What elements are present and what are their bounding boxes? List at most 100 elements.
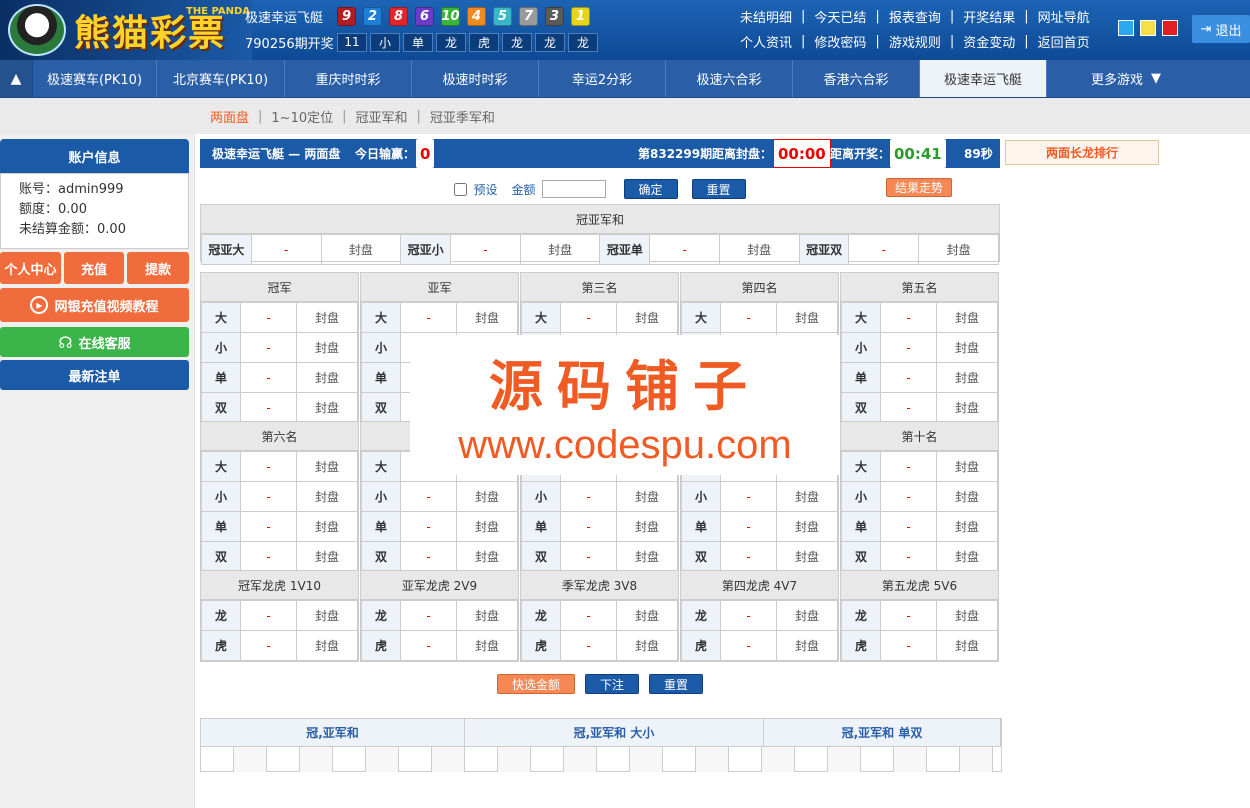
odds-cell[interactable]: - <box>560 481 617 512</box>
odds-cell[interactable]: - <box>720 302 777 333</box>
odds-cell[interactable]: - <box>250 234 322 265</box>
odds-cell[interactable]: - <box>880 451 937 482</box>
odds-cell[interactable]: - <box>400 541 457 572</box>
odds-cell[interactable]: - <box>400 481 457 512</box>
top-link[interactable]: 个人资讯 <box>740 32 792 51</box>
odds-cell[interactable]: - <box>880 541 937 572</box>
result-trend-button[interactable]: 结果走势 <box>886 178 953 197</box>
odds-cell[interactable]: - <box>400 302 457 333</box>
status-cell[interactable]: 封盘 <box>616 600 678 631</box>
theme-swatch[interactable] <box>1140 20 1156 36</box>
quick-amount-button[interactable]: 快选金额 <box>496 674 575 694</box>
odds-cell[interactable]: - <box>848 234 920 265</box>
nav-tab[interactable]: 幸运2分彩 <box>539 60 666 97</box>
status-cell[interactable]: 封盘 <box>456 541 518 572</box>
odds-cell[interactable]: - <box>649 234 720 265</box>
status-cell[interactable]: 封盘 <box>296 362 358 393</box>
nav-tab[interactable]: 极速幸运飞艇 <box>920 60 1047 97</box>
status-cell[interactable]: 封盘 <box>296 392 358 423</box>
odds-cell[interactable]: - <box>720 600 777 631</box>
logout-button[interactable]: ⇥ 退出 <box>1192 15 1250 43</box>
status-cell[interactable]: 封盘 <box>616 630 678 661</box>
status-cell[interactable]: 封盘 <box>296 600 358 631</box>
odds-cell[interactable]: - <box>880 302 937 333</box>
bet-reset-button[interactable]: 重置 <box>649 674 704 694</box>
withdraw-button[interactable]: 提款 <box>127 252 189 284</box>
status-cell[interactable]: 封盘 <box>616 541 678 572</box>
preset-checkbox[interactable] <box>454 182 468 196</box>
status-cell[interactable]: 封盘 <box>320 234 402 265</box>
top-link[interactable]: 修改密码 <box>814 32 866 51</box>
status-cell[interactable]: 封盘 <box>718 234 800 265</box>
status-cell[interactable]: 封盘 <box>776 302 838 333</box>
more-games-dropdown[interactable]: 更多游戏 ▼ <box>1047 60 1205 97</box>
confirm-button[interactable]: 确定 <box>623 179 678 199</box>
theme-swatch[interactable] <box>1162 20 1178 36</box>
top-link[interactable]: 返回首页 <box>1038 32 1090 51</box>
odds-cell[interactable]: - <box>880 630 937 661</box>
odds-cell[interactable]: - <box>880 332 937 363</box>
reset-button[interactable]: 重置 <box>691 179 746 199</box>
nav-tab[interactable]: 极速时时彩 <box>412 60 539 97</box>
odds-cell[interactable]: - <box>560 600 617 631</box>
odds-cell[interactable]: - <box>240 481 297 512</box>
status-cell[interactable]: 封盘 <box>296 511 358 542</box>
subnav-item[interactable]: 冠亚军和 <box>356 107 408 126</box>
status-cell[interactable]: 封盘 <box>296 332 358 363</box>
status-cell[interactable]: 封盘 <box>936 451 998 482</box>
odds-cell[interactable]: - <box>240 600 297 631</box>
dragon-ranking-button[interactable]: 两面长龙排行 <box>1005 140 1159 165</box>
top-link[interactable]: 今天已结 <box>814 7 866 26</box>
odds-cell[interactable]: - <box>560 302 617 333</box>
top-link[interactable]: 报表查询 <box>889 7 941 26</box>
status-cell[interactable]: 封盘 <box>936 362 998 393</box>
status-cell[interactable]: 封盘 <box>936 630 998 661</box>
status-cell[interactable]: 封盘 <box>456 600 518 631</box>
top-link[interactable]: 资金变动 <box>963 32 1015 51</box>
amount-input[interactable] <box>541 180 606 198</box>
odds-cell[interactable]: - <box>720 481 777 512</box>
status-cell[interactable]: 封盘 <box>296 302 358 333</box>
status-cell[interactable]: 封盘 <box>776 600 838 631</box>
odds-cell[interactable]: - <box>720 541 777 572</box>
top-link[interactable]: 游戏规则 <box>889 32 941 51</box>
nav-tab[interactable]: 北京赛车(PK10) <box>157 60 285 97</box>
subnav-item[interactable]: 两面盘 <box>210 107 249 126</box>
nav-tab[interactable]: 重庆时时彩 <box>285 60 412 97</box>
place-bet-button[interactable]: 下注 <box>584 674 639 694</box>
odds-cell[interactable]: - <box>880 392 937 423</box>
odds-cell[interactable]: - <box>400 511 457 542</box>
odds-cell[interactable]: - <box>240 451 297 482</box>
nav-tab[interactable]: 极速六合彩 <box>666 60 793 97</box>
top-link[interactable]: 网址导航 <box>1038 7 1090 26</box>
nav-tab[interactable]: 香港六合彩 <box>793 60 920 97</box>
online-service-button[interactable]: ☊ 在线客服 <box>0 327 189 357</box>
subnav-item[interactable]: 冠亚季军和 <box>430 107 495 126</box>
status-cell[interactable]: 封盘 <box>519 234 601 265</box>
status-cell[interactable]: 封盘 <box>456 630 518 661</box>
recent-bets-button[interactable]: 最新注单 <box>0 360 189 390</box>
personal-center-button[interactable]: 个人中心 <box>0 252 61 284</box>
odds-cell[interactable]: - <box>720 630 777 661</box>
top-link[interactable]: 未结明细 <box>740 7 792 26</box>
odds-cell[interactable]: - <box>880 511 937 542</box>
top-link[interactable]: 开奖结果 <box>963 7 1015 26</box>
status-cell[interactable]: 封盘 <box>776 541 838 572</box>
odds-cell[interactable]: - <box>400 630 457 661</box>
status-cell[interactable]: 封盘 <box>776 630 838 661</box>
odds-cell[interactable]: - <box>240 302 297 333</box>
status-cell[interactable]: 封盘 <box>616 511 678 542</box>
recharge-button[interactable]: 充值 <box>64 252 124 284</box>
status-cell[interactable]: 封盘 <box>456 302 518 333</box>
odds-cell[interactable]: - <box>240 362 297 393</box>
odds-cell[interactable]: - <box>560 541 617 572</box>
status-cell[interactable]: 封盘 <box>936 511 998 542</box>
odds-cell[interactable]: - <box>400 600 457 631</box>
status-cell[interactable]: 封盘 <box>456 511 518 542</box>
status-cell[interactable]: 封盘 <box>296 481 358 512</box>
status-cell[interactable]: 封盘 <box>456 481 518 512</box>
status-cell[interactable]: 封盘 <box>936 392 998 423</box>
nav-tab[interactable]: 极速赛车(PK10) <box>33 60 157 97</box>
status-cell[interactable]: 封盘 <box>936 332 998 363</box>
theme-swatch[interactable] <box>1118 20 1134 36</box>
